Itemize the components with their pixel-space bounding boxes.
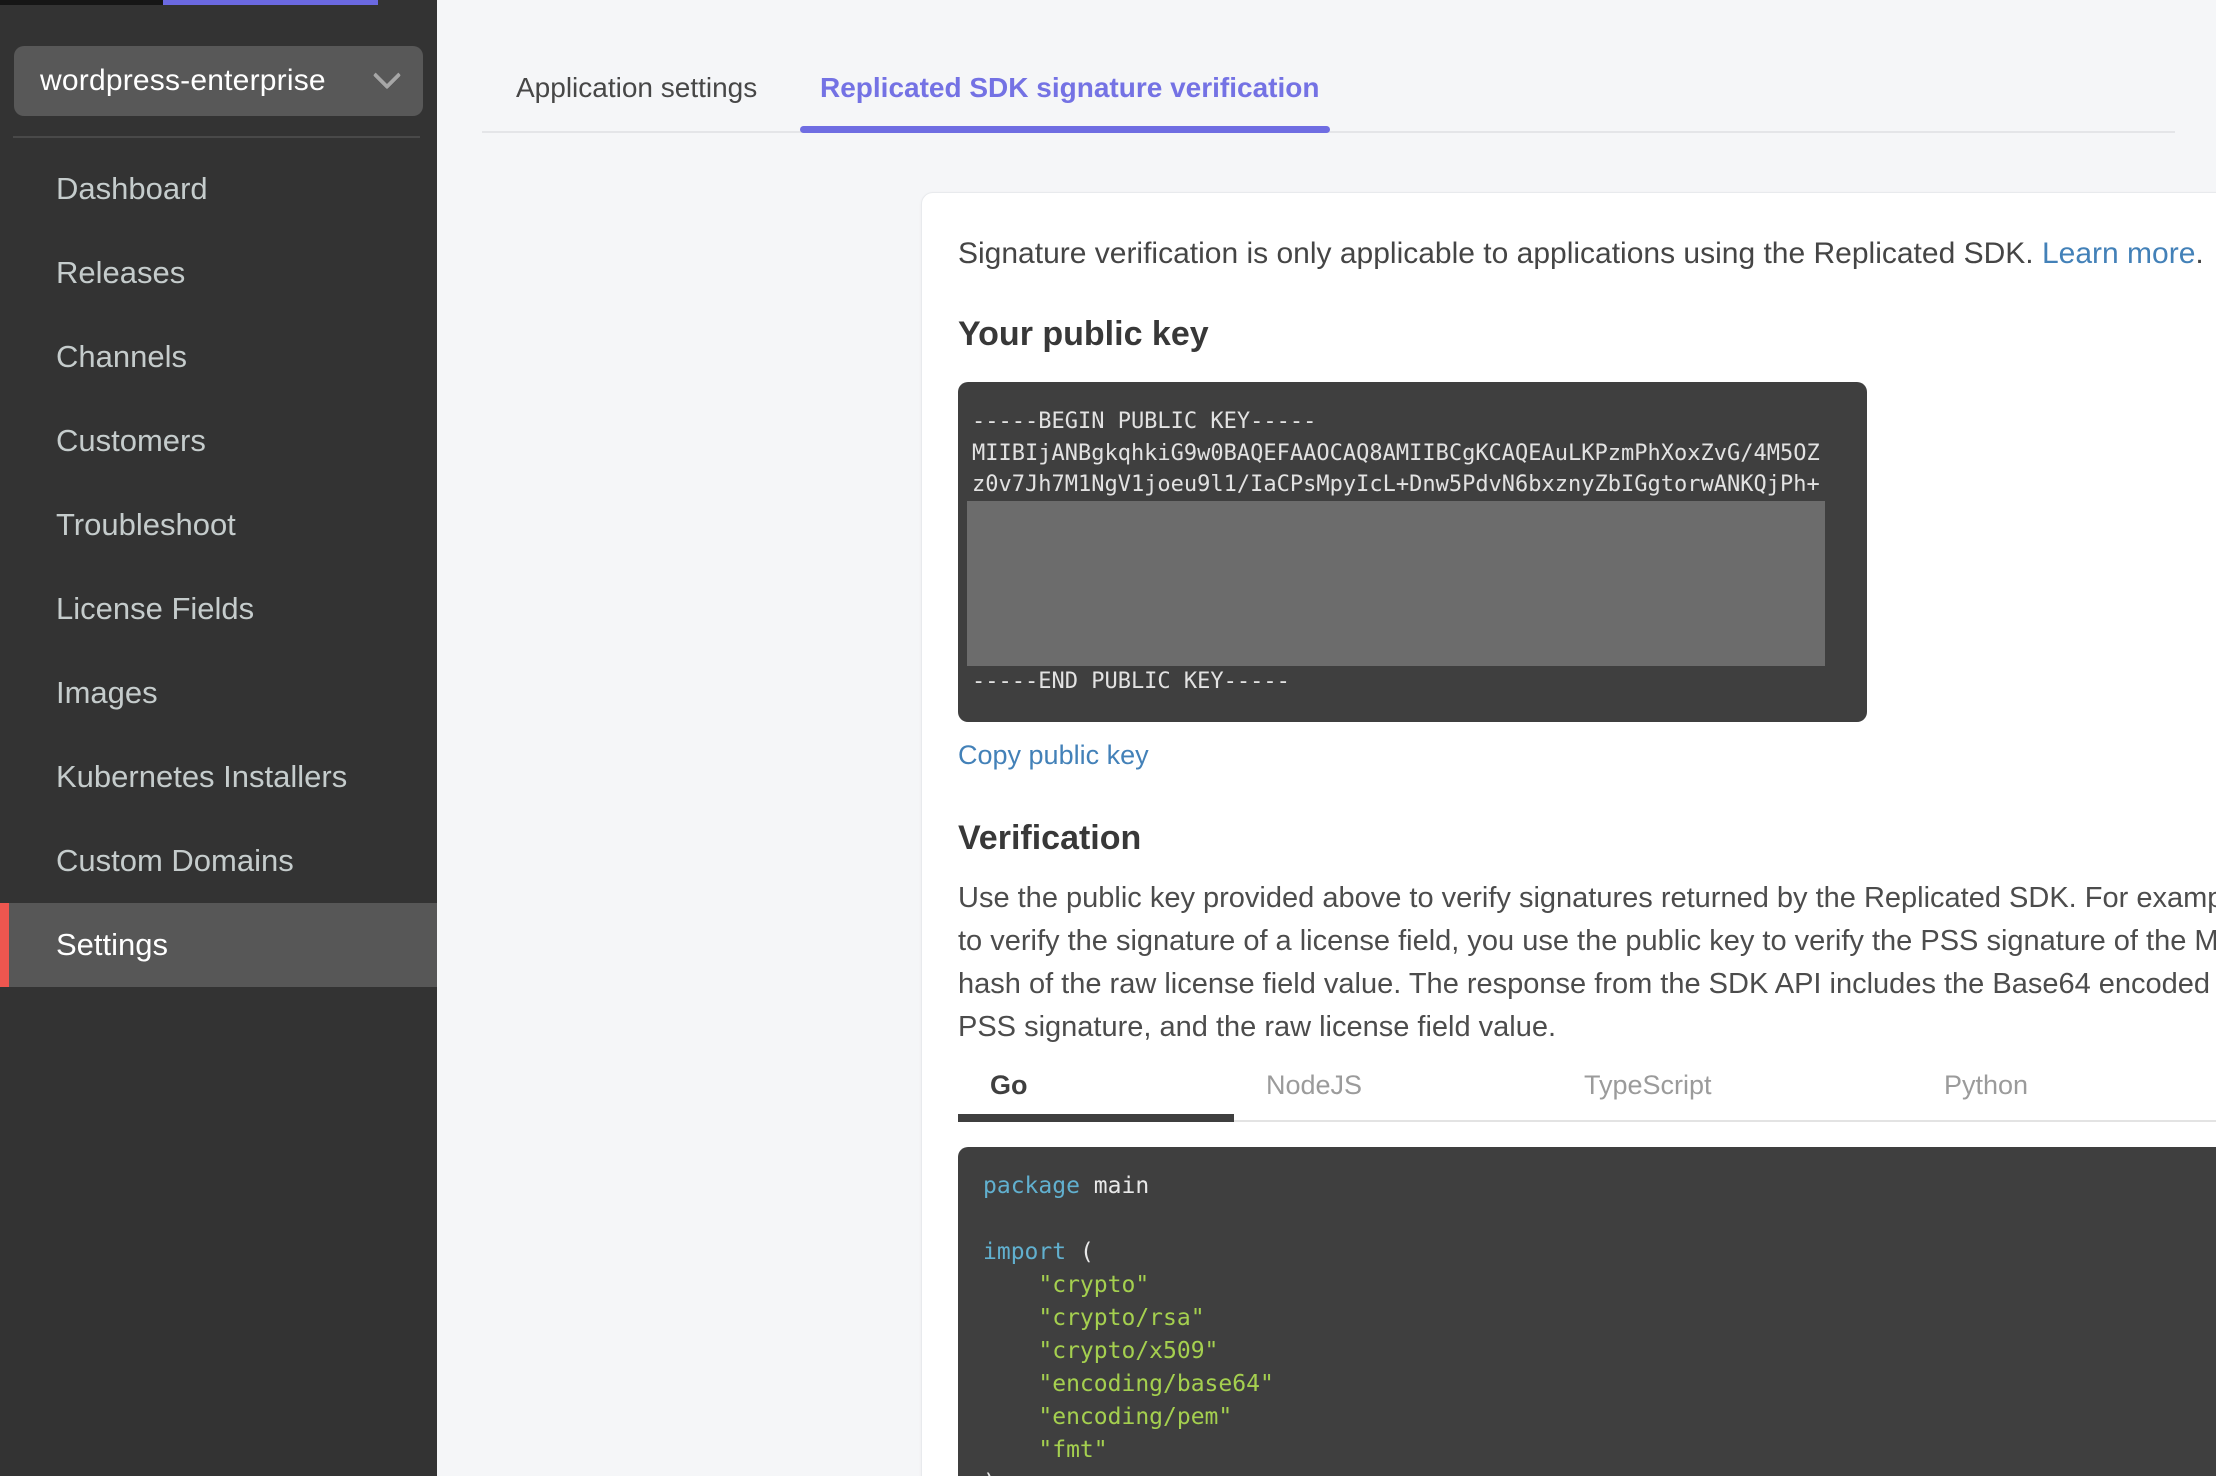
public-key-heading: Your public key [958, 315, 1209, 353]
code-line: "crypto/x509" [983, 1335, 2216, 1368]
sidebar: wordpress-enterprise Dashboard Releases Ch… [0, 0, 437, 1476]
language-tab-python[interactable]: Python [1944, 1070, 2028, 1101]
intro-text-main: Signature verification is only applicabl… [958, 237, 2042, 270]
sidebar-item-license-fields[interactable]: License Fields [0, 567, 437, 651]
code-line: "fmt" [983, 1434, 2216, 1467]
sidebar-item-label: Troubleshoot [56, 507, 236, 542]
sidebar-divider [13, 136, 420, 138]
code-token-string: "fmt" [1038, 1437, 1108, 1463]
sidebar-nav: Dashboard Releases Channels Customers Troubl… [0, 147, 437, 987]
settings-card: Signature verification is only applicabl… [921, 192, 2216, 1476]
learn-more-link[interactable]: Learn more [2042, 237, 2195, 270]
redacted-key-region [967, 500, 1825, 666]
code-sample-block: package main import ( "crypto" "crypto/r… [958, 1147, 2216, 1476]
intro-text-suffix: . [2195, 237, 2204, 270]
code-line: "encoding/pem" [983, 1401, 2216, 1434]
code-line: "crypto/rsa" [983, 1302, 2216, 1335]
public-key-lines: -----BEGIN PUBLIC KEY----- MIIBIjANBgkqhk… [972, 406, 1867, 501]
sidebar-item-label: License Fields [56, 591, 255, 626]
code-token-keyword: import [983, 1239, 1067, 1265]
verification-heading: Verification [958, 819, 1142, 857]
sidebar-item-channels[interactable]: Channels [0, 315, 437, 399]
active-tab-underline [800, 126, 1330, 133]
sidebar-item-settings[interactable]: Settings [0, 903, 437, 987]
sidebar-item-customers[interactable]: Customers [0, 399, 437, 483]
sidebar-item-label: Channels [56, 339, 187, 374]
language-tab-go[interactable]: Go [990, 1070, 1028, 1101]
code-line: "encoding/base64" [983, 1368, 2216, 1401]
sidebar-item-releases[interactable]: Releases [0, 231, 437, 315]
sidebar-item-label: Images [56, 675, 158, 710]
intro-text: Signature verification is only applicabl… [958, 237, 2204, 271]
language-tab-nodejs[interactable]: NodeJS [1266, 1070, 1362, 1101]
copy-public-key-link[interactable]: Copy public key [958, 740, 1149, 771]
public-key-line: z0v7Jh7M1NgV1joeu9l1/IaCPsMpyIcL+Dnw5Pdv… [972, 472, 1820, 497]
header-tabs: Application settings Replicated SDK signa… [437, 0, 2216, 140]
code-line: "crypto" [983, 1269, 2216, 1302]
code-token-plain: ) [983, 1470, 997, 1476]
top-strip [0, 0, 163, 5]
top-accent-bar [163, 0, 378, 5]
sidebar-item-dashboard[interactable]: Dashboard [0, 147, 437, 231]
code-token-string: "encoding/pem" [1038, 1404, 1233, 1430]
code-token-keyword: package [983, 1173, 1080, 1199]
code-token-plain: ( [1066, 1239, 1094, 1265]
code-token-plain: main [1079, 1173, 1150, 1199]
code-line: ) [983, 1467, 2216, 1476]
sidebar-item-label: Dashboard [56, 171, 208, 206]
sidebar-item-kubernetes-installers[interactable]: Kubernetes Installers [0, 735, 437, 819]
code-token-string: "crypto/rsa" [1038, 1305, 1205, 1331]
sidebar-item-label: Kubernetes Installers [56, 759, 348, 794]
code-token-string: "crypto" [1038, 1272, 1150, 1298]
verification-description: Use the public key provided above to ver… [958, 882, 2216, 1043]
language-tabs: Go NodeJS TypeScript Python [958, 1064, 2216, 1124]
sidebar-item-label: Customers [56, 423, 206, 458]
sidebar-item-label: Releases [56, 255, 186, 290]
public-key-line: -----BEGIN PUBLIC KEY----- [972, 409, 1317, 434]
chevron-down-icon [372, 61, 402, 90]
tab-application-settings[interactable]: Application settings [516, 72, 757, 104]
code-token-string: "crypto/x509" [1038, 1338, 1219, 1364]
sidebar-item-troubleshoot[interactable]: Troubleshoot [0, 483, 437, 567]
code-line: package main [983, 1170, 2216, 1203]
public-key-block: -----BEGIN PUBLIC KEY----- MIIBIjANBgkqhk… [958, 382, 1867, 722]
app-selector-dropdown[interactable]: wordpress-enterprise [14, 46, 423, 116]
sidebar-item-custom-domains[interactable]: Custom Domains [0, 819, 437, 903]
public-key-line: MIIBIjANBgkqhkiG9w0BAQEFAAOCAQ8AMIIBCgKC… [972, 440, 1820, 466]
code-line: import ( [983, 1236, 2216, 1269]
app-selector-value: wordpress-enterprise [40, 64, 326, 97]
sidebar-item-label: Custom Domains [56, 843, 294, 878]
main-content: Application settings Replicated SDK signa… [437, 0, 2216, 1476]
language-active-underline [958, 1114, 1234, 1122]
code-token-string: "encoding/base64" [1038, 1371, 1274, 1397]
public-key-end-line: -----END PUBLIC KEY----- [972, 668, 1290, 694]
sidebar-item-label: Settings [56, 927, 169, 962]
sidebar-item-images[interactable]: Images [0, 651, 437, 735]
tab-replicated-sdk-signature-verification[interactable]: Replicated SDK signature verification [820, 72, 1319, 104]
language-tab-typescript[interactable]: TypeScript [1584, 1070, 1712, 1101]
active-item-accent-bar [0, 903, 9, 987]
